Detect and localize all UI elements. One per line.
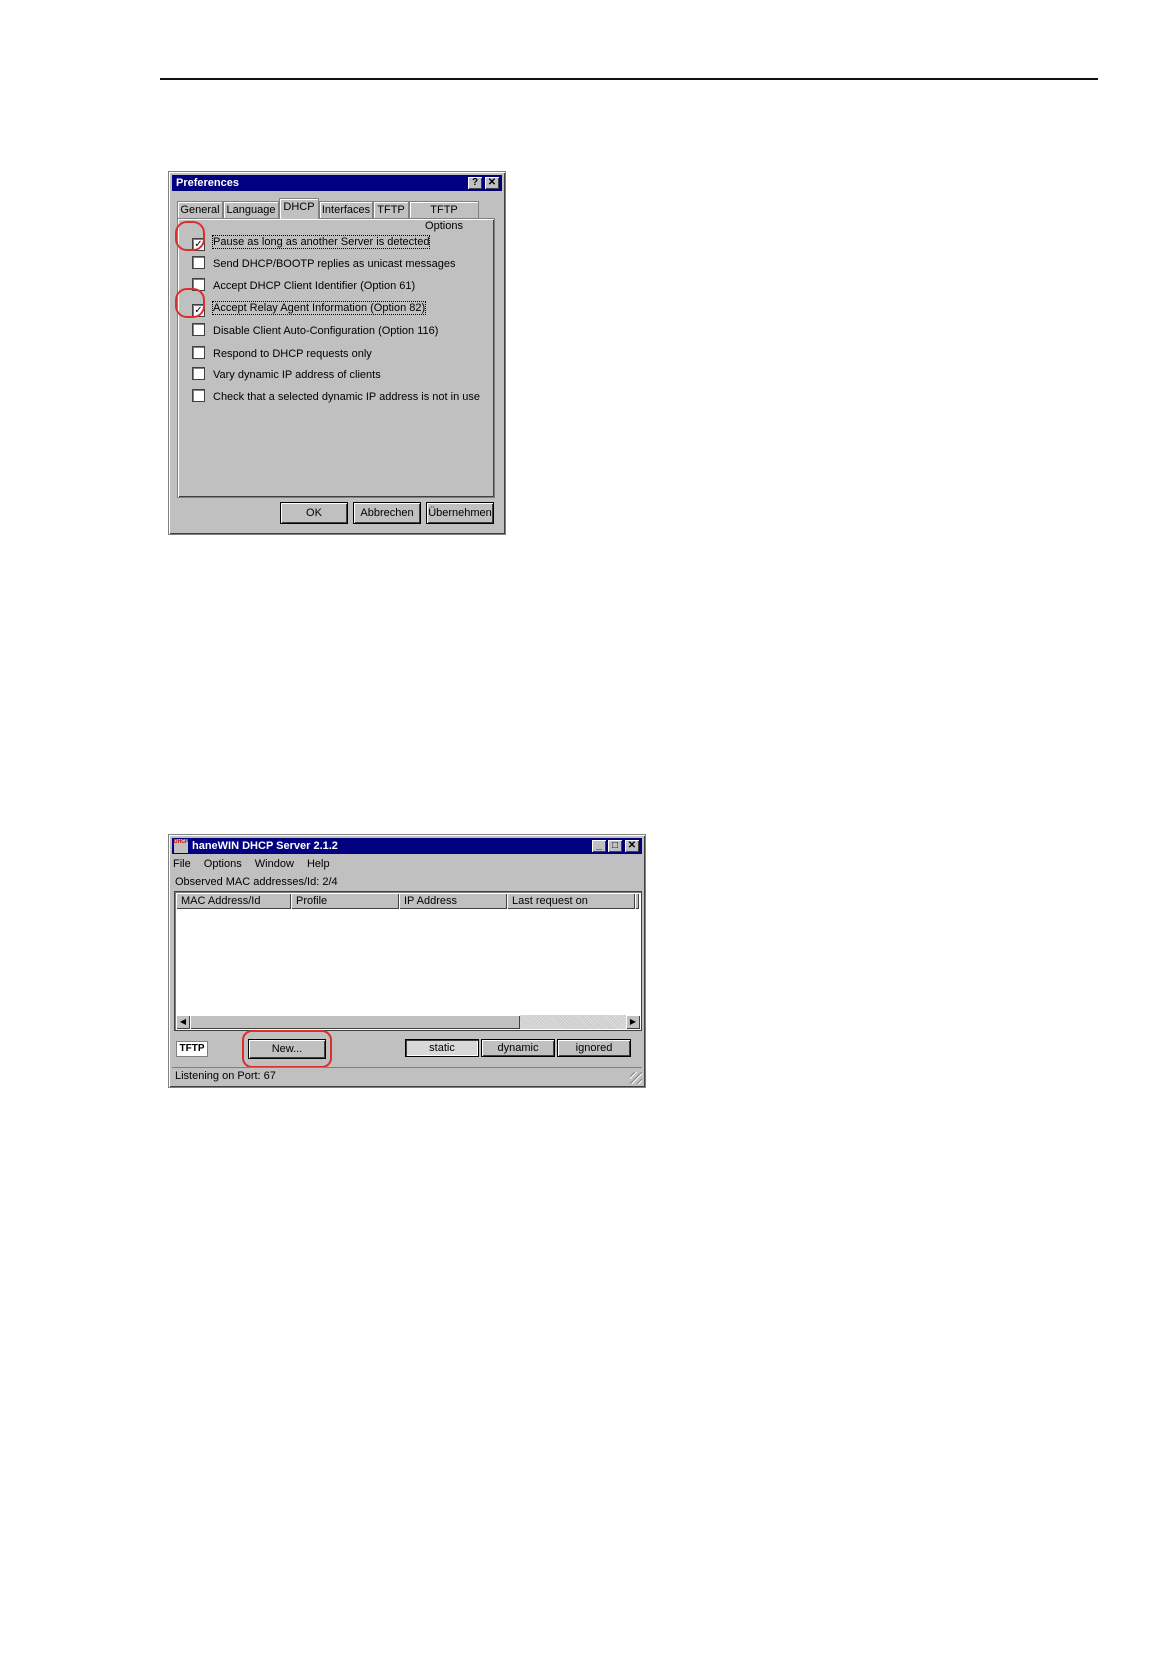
filter-dynamic-button[interactable]: dynamic	[482, 1040, 554, 1056]
dhcp-app-icon: DHCP	[174, 839, 188, 853]
scroll-left-icon[interactable]: ◀	[176, 1015, 190, 1029]
option-label: Accept DHCP Client Identifier (Option 61…	[213, 280, 416, 292]
minimize-icon[interactable]: _	[592, 840, 606, 852]
checkbox-check-ip-in-use[interactable]	[192, 389, 205, 402]
client-list[interactable]: MAC Address/Id Profile IP Address Last r…	[174, 891, 642, 1031]
option-relay-agent[interactable]: ✓ Accept Relay Agent Information (Option …	[192, 300, 427, 317]
preferences-dialog: Preferences ? ✕ General Language DHCP In…	[168, 171, 506, 535]
status-text: Listening on Port: 67	[175, 1070, 276, 1082]
horizontal-scrollbar[interactable]: ◀ ▶	[176, 1015, 640, 1029]
menu-bar: File Options Window Help	[173, 855, 340, 873]
column-profile[interactable]: Profile	[291, 893, 399, 909]
close-icon[interactable]: ✕	[485, 177, 499, 189]
resize-grip-icon[interactable]	[630, 1072, 642, 1084]
menu-help[interactable]: Help	[307, 858, 330, 870]
option-pause-server[interactable]: ✓ Pause as long as another Server is dete…	[192, 234, 431, 251]
checkbox-vary-dynamic-ip[interactable]	[192, 367, 205, 380]
apply-button[interactable]: Übernehmen	[427, 503, 493, 523]
tab-tftp-options[interactable]: TFTP Options	[409, 201, 479, 232]
tab-tftp[interactable]: TFTP	[373, 201, 409, 218]
menu-file[interactable]: File	[173, 858, 191, 870]
preferences-titlebar: Preferences ? ✕	[172, 175, 502, 191]
column-last-request[interactable]: Last request on	[507, 893, 635, 909]
checkbox-dhcp-only[interactable]	[192, 346, 205, 359]
tab-language[interactable]: Language	[223, 201, 279, 218]
tab-interfaces[interactable]: Interfaces	[319, 201, 373, 218]
dhcp-window-title: haneWIN DHCP Server 2.1.2	[192, 840, 338, 852]
scroll-thumb[interactable]	[190, 1015, 520, 1029]
option-label: Check that a selected dynamic IP address…	[213, 391, 480, 403]
highlight-pause-checkbox	[175, 221, 205, 251]
maximize-icon[interactable]: □	[608, 840, 622, 852]
option-label: Vary dynamic IP address of clients	[213, 369, 381, 381]
column-mac-address[interactable]: MAC Address/Id	[176, 893, 291, 909]
tab-general[interactable]: General	[177, 201, 223, 218]
option-label: Send DHCP/BOOTP replies as unicast messa…	[213, 258, 456, 270]
filter-ignored-button[interactable]: ignored	[558, 1040, 630, 1056]
menu-window[interactable]: Window	[255, 858, 294, 870]
option-label: Pause as long as another Server is detec…	[211, 235, 431, 249]
scroll-right-icon[interactable]: ▶	[626, 1015, 640, 1029]
filter-static-button[interactable]: static	[406, 1040, 478, 1056]
highlight-relay-checkbox	[175, 288, 205, 318]
ok-button[interactable]: OK	[281, 503, 347, 523]
column-spacer	[635, 893, 639, 909]
menu-options[interactable]: Options	[204, 858, 242, 870]
status-bar: Listening on Port: 67	[172, 1067, 642, 1084]
dhcp-options-panel: ✓ Pause as long as another Server is dete…	[177, 218, 495, 498]
option-label: Disable Client Auto-Configuration (Optio…	[213, 325, 439, 337]
option-dhcp-only[interactable]: Respond to DHCP requests only	[192, 346, 372, 362]
highlight-new-button	[242, 1030, 332, 1068]
option-unicast-replies[interactable]: Send DHCP/BOOTP replies as unicast messa…	[192, 256, 456, 272]
option-label: Accept Relay Agent Information (Option 8…	[211, 301, 427, 315]
observed-count: Observed MAC addresses/Id: 2/4	[175, 876, 338, 888]
option-check-ip-in-use[interactable]: Check that a selected dynamic IP address…	[192, 389, 480, 405]
tftp-status-badge: TFTP	[176, 1041, 208, 1057]
option-disable-autoconfig[interactable]: Disable Client Auto-Configuration (Optio…	[192, 323, 438, 339]
page-header-rule	[160, 78, 1098, 80]
cancel-button[interactable]: Abbrechen	[354, 503, 420, 523]
close-icon[interactable]: ✕	[625, 840, 639, 852]
scroll-track[interactable]	[520, 1015, 626, 1029]
preferences-title: Preferences	[176, 177, 239, 189]
checkbox-unicast-replies[interactable]	[192, 256, 205, 269]
option-vary-dynamic-ip[interactable]: Vary dynamic IP address of clients	[192, 367, 381, 383]
column-ip-address[interactable]: IP Address	[399, 893, 507, 909]
dhcp-server-window: DHCP haneWIN DHCP Server 2.1.2 _ □ ✕ Fil…	[168, 834, 646, 1088]
option-label: Respond to DHCP requests only	[213, 348, 372, 360]
help-icon[interactable]: ?	[468, 177, 482, 189]
checkbox-disable-autoconfig[interactable]	[192, 323, 205, 336]
tab-dhcp[interactable]: DHCP	[279, 198, 319, 219]
dhcp-titlebar: DHCP haneWIN DHCP Server 2.1.2 _ □ ✕	[172, 838, 642, 854]
option-client-identifier[interactable]: Accept DHCP Client Identifier (Option 61…	[192, 278, 415, 294]
